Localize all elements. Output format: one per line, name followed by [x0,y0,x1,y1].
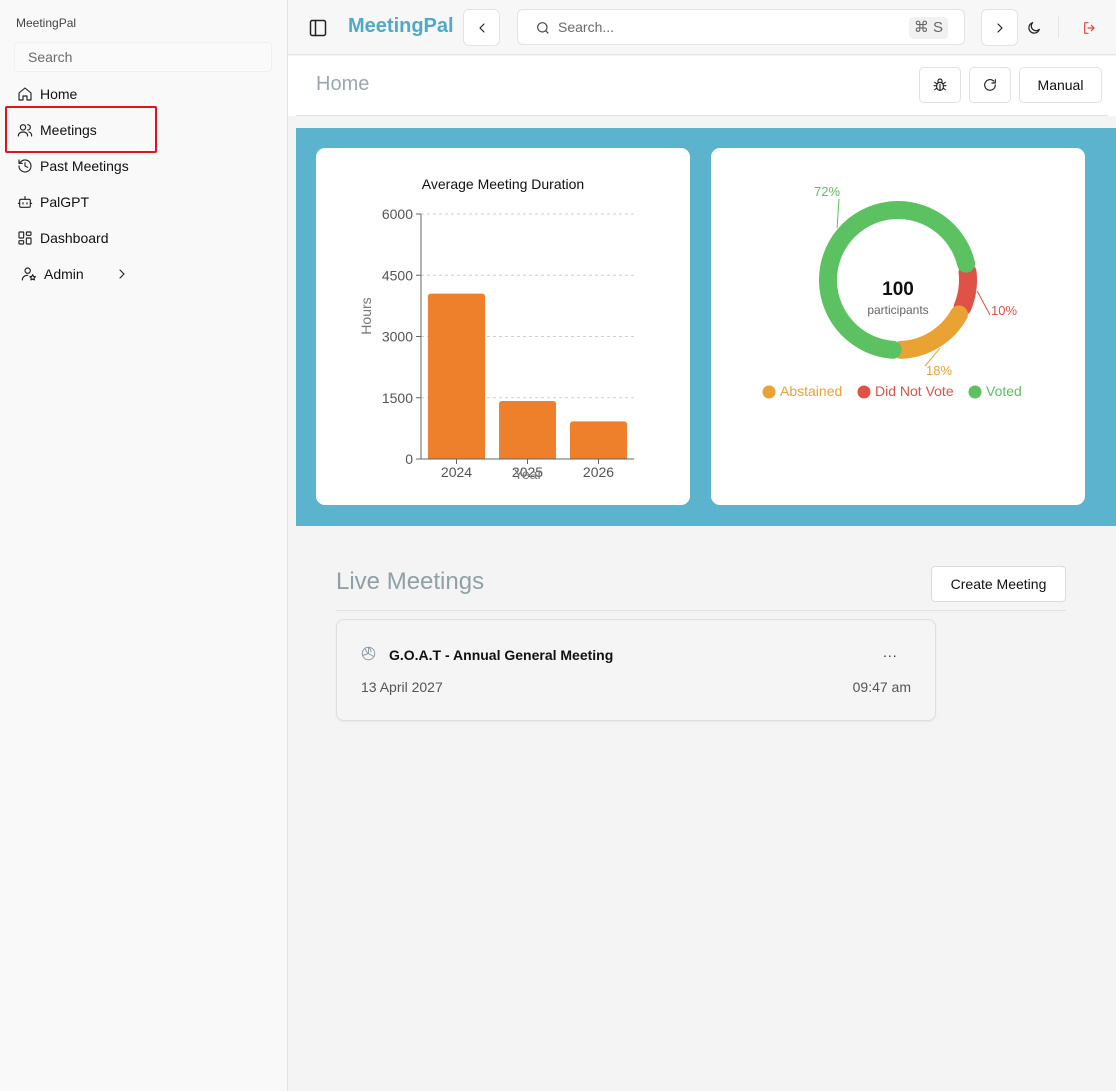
slice-leader-line [976,290,991,316]
topbar: MeetingPal Search... ⌘ S [288,0,1116,55]
donut-chart: 72% 10% 18% 100 participants Abstained Did Not… [762,184,1022,399]
participation-chart-card: 72% 10% 18% 100 participants Abstained Did Not… [711,148,1085,505]
live-meetings-title: Live Meetings [336,568,485,595]
sidebar-toggle-icon[interactable] [306,16,330,40]
refresh-icon [984,79,996,91]
page-title: Home [316,73,370,95]
legend-label: Did Not Vote [875,383,954,399]
bar [570,421,627,459]
chevron-left-icon [478,22,485,33]
bot-icon [17,194,33,210]
forward-button[interactable] [981,9,1018,46]
sidebar-item-admin[interactable]: Admin [0,256,288,292]
sidebar-item-label: Home [40,86,78,102]
sidebar-item-label: PalGPT [40,194,90,210]
user-cog-icon [21,266,37,282]
sidebar-item-label: Dashboard [40,230,109,246]
donut-slice-did-not-vote [953,263,977,316]
slice-label: 72% [814,184,840,199]
y-tick-label: 3000 [382,329,413,345]
bar [499,401,556,459]
refresh-button[interactable] [969,67,1011,103]
chevron-right-icon [114,266,130,282]
slice-label: 18% [926,363,952,378]
search-icon [535,20,551,41]
manual-button[interactable]: Manual [1019,67,1102,103]
y-tick-label: 4500 [382,267,413,283]
sidebar: MeetingPal Search Home Meetings Past Mee… [0,0,288,1091]
meeting-options-button[interactable]: ... [883,644,898,660]
volleyball-icon [361,646,377,662]
y-tick-label: 6000 [382,206,413,222]
meeting-title: G.O.A.T - Annual General Meeting [389,647,614,663]
legend-swatch [857,385,871,399]
y-tick-label: 1500 [382,390,413,406]
report-bug-button[interactable] [919,67,961,103]
chart-title: Average Meeting Duration [422,176,584,192]
x-tick-label: 2026 [583,464,614,480]
bar [428,293,485,459]
legend-label: Voted [986,383,1022,399]
section-divider [336,610,1066,611]
search-input[interactable]: Search... ⌘ S [517,9,965,45]
duration-chart-card: Average Meeting Duration 0 1500 3000 4500 600… [316,148,690,505]
slice-leader-line [836,198,840,229]
bar-chart: Average Meeting Duration 0 1500 3000 4500 600… [358,176,634,482]
history-icon [17,158,33,174]
sidebar-app-title: MeetingPal [16,16,77,30]
brand-title: MeetingPal [348,15,454,37]
meeting-date: 13 April 2027 [361,679,443,695]
header-divider [296,115,1108,116]
legend-label: Abstained [780,383,842,399]
logout-icon[interactable] [1078,16,1102,40]
sidebar-search-input[interactable]: Search [14,42,272,72]
sidebar-item-label: Meetings [40,122,97,138]
legend-swatch [762,385,776,399]
y-tick-label: 0 [405,451,413,467]
meeting-time: 09:47 am [852,679,911,695]
slice-label: 10% [991,303,1017,318]
users-icon [17,122,33,138]
sidebar-item-palgpt[interactable]: PalGPT [0,184,288,220]
donut-slice-abstained [892,305,968,359]
page-header: Home Manual [288,56,1116,116]
dashboard-icon [17,230,33,246]
dashboard-panel: Average Meeting Duration 0 1500 3000 4500 600… [296,128,1116,526]
sidebar-item-label: Admin [44,266,84,282]
create-meeting-button[interactable]: Create Meeting [931,566,1066,602]
back-button[interactable] [463,9,500,46]
search-placeholder: Search... [558,19,615,35]
legend-swatch [968,385,982,399]
x-axis-label: Year [514,466,543,482]
shortcut-badge: ⌘ S [908,17,948,39]
moon-icon[interactable] [1022,16,1046,40]
meeting-card[interactable]: G.O.A.T - Annual General Meeting ... 13 … [336,619,936,721]
sidebar-nav: Home Meetings Past Meetings PalGPT Dashb… [0,76,288,292]
y-axis-label: Hours [358,297,374,334]
sidebar-item-meetings[interactable]: Meetings [0,112,288,148]
x-tick-label: 2024 [441,464,472,480]
sidebar-item-dashboard[interactable]: Dashboard [0,220,288,256]
sidebar-item-home[interactable]: Home [0,76,288,112]
sidebar-item-past-meetings[interactable]: Past Meetings [0,148,288,184]
home-icon [17,86,33,102]
sidebar-item-label: Past Meetings [40,158,129,174]
main-content: Home Manual Average Meeting Duration 0 150… [288,56,1116,1091]
donut-center-value: 100 [882,279,914,300]
live-meetings-section: Live Meetings Create Meeting G.O.A.T - A… [296,526,1116,1091]
chevron-right-icon [996,22,1003,33]
bug-icon [933,78,947,91]
topbar-divider [1058,16,1059,38]
donut-center-label: participants [867,303,928,317]
